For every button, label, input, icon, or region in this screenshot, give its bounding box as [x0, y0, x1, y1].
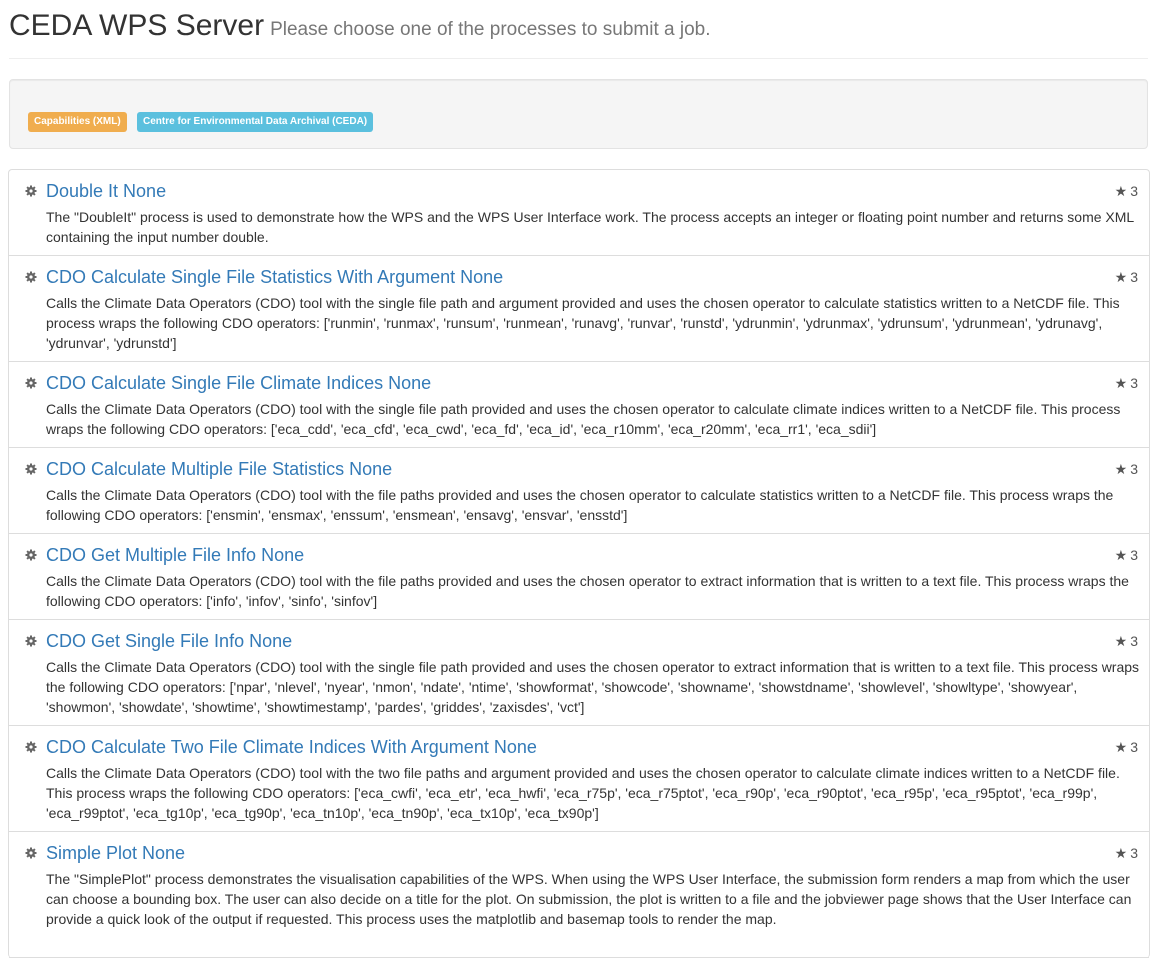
rating-value: 3: [1130, 739, 1138, 755]
process-title-link[interactable]: CDO Get Single File Info None: [46, 630, 292, 652]
process-item: CDO Calculate Single File Statistics Wit…: [9, 256, 1149, 362]
process-rating: ★ 3: [1115, 547, 1138, 563]
process-description: Calls the Climate Data Operators (CDO) t…: [46, 401, 1121, 437]
process-item: CDO Get Multiple File Info None ★ 3 Calls…: [9, 534, 1149, 620]
process-rating: ★ 3: [1115, 269, 1138, 285]
process-list: Double It None ★ 3 The "DoubleIt" process…: [8, 169, 1150, 958]
ceda-link[interactable]: Centre for Environmental Data Archival (…: [137, 112, 374, 132]
process-rating: ★ 3: [1115, 461, 1138, 477]
process-item: Simple Plot None ★ 3 The "SimplePlot" pro…: [9, 832, 1149, 958]
rating-value: 3: [1130, 547, 1138, 563]
process-rating: ★ 3: [1115, 183, 1138, 199]
star-icon: ★: [1114, 375, 1128, 391]
gear-icon: [25, 185, 37, 197]
info-well: Capabilities (XML) Centre for Environmen…: [9, 79, 1148, 149]
page: CEDA WPS Server Please choose one of the …: [0, 0, 1158, 958]
gear-icon: [25, 635, 37, 647]
star-icon: ★: [1114, 461, 1128, 477]
process-item: CDO Calculate Single File Climate Indice…: [9, 362, 1149, 448]
process-title-link[interactable]: Simple Plot None: [46, 842, 185, 864]
process-title-link[interactable]: Double It None: [46, 180, 166, 202]
rating-value: 3: [1130, 461, 1138, 477]
process-description: The "SimplePlot" process demonstrates th…: [46, 871, 1132, 927]
star-icon: ★: [1114, 269, 1128, 285]
process-rating: ★ 3: [1115, 739, 1138, 755]
capabilities-xml-link[interactable]: Capabilities (XML): [28, 112, 127, 132]
process-title-link[interactable]: CDO Calculate Two File Climate Indices W…: [46, 736, 537, 758]
gear-icon: [25, 549, 37, 561]
process-title-link[interactable]: CDO Get Multiple File Info None: [46, 544, 304, 566]
page-title: CEDA WPS Server Please choose one of the …: [9, 9, 711, 47]
process-rating: ★ 3: [1115, 375, 1138, 391]
process-description: Calls the Climate Data Operators (CDO) t…: [46, 487, 1114, 523]
process-item: CDO Get Single File Info None ★ 3 Calls t…: [9, 620, 1149, 726]
process-item: CDO Calculate Multiple File Statistics N…: [9, 448, 1149, 534]
rating-value: 3: [1130, 633, 1138, 649]
page-header: CEDA WPS Server Please choose one of the …: [9, 0, 1148, 59]
rating-value: 3: [1130, 845, 1138, 861]
gear-icon: [25, 847, 37, 859]
star-icon: ★: [1114, 633, 1128, 649]
page-title-text: CEDA WPS Server: [9, 9, 265, 42]
rating-value: 3: [1130, 269, 1138, 285]
gear-icon: [25, 377, 37, 389]
rating-value: 3: [1130, 375, 1138, 391]
page-subtitle: Please choose one of the processes to su…: [270, 19, 711, 40]
process-item: CDO Calculate Two File Climate Indices W…: [9, 726, 1149, 832]
process-description: The "DoubleIt" process is used to demons…: [46, 209, 1134, 245]
star-icon: ★: [1114, 183, 1128, 199]
gear-icon: [25, 271, 37, 283]
gear-icon: [25, 463, 37, 475]
star-icon: ★: [1114, 739, 1128, 755]
gear-icon: [25, 741, 37, 753]
process-description: Calls the Climate Data Operators (CDO) t…: [46, 573, 1129, 609]
star-icon: ★: [1114, 845, 1128, 861]
process-description: Calls the Climate Data Operators (CDO) t…: [46, 765, 1120, 821]
star-icon: ★: [1114, 547, 1128, 563]
rating-value: 3: [1130, 183, 1138, 199]
process-item: Double It None ★ 3 The "DoubleIt" process…: [9, 170, 1149, 256]
process-title-link[interactable]: CDO Calculate Multiple File Statistics N…: [46, 458, 392, 480]
process-title-link[interactable]: CDO Calculate Single File Climate Indice…: [46, 372, 431, 394]
process-rating: ★ 3: [1115, 845, 1138, 861]
process-rating: ★ 3: [1115, 633, 1138, 649]
process-description: Calls the Climate Data Operators (CDO) t…: [46, 659, 1140, 715]
process-title-link[interactable]: CDO Calculate Single File Statistics Wit…: [46, 266, 503, 288]
process-description: Calls the Climate Data Operators (CDO) t…: [46, 295, 1120, 351]
